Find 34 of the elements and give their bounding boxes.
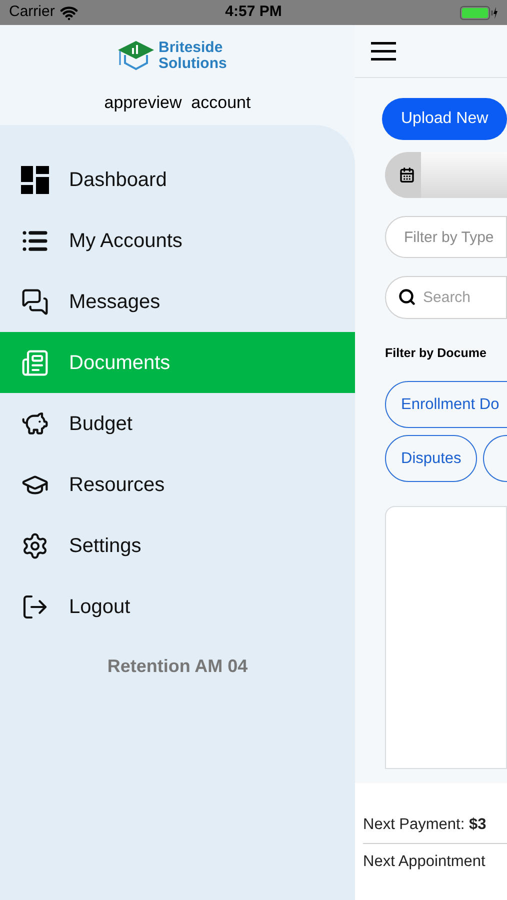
brand-name: Briteside Solutions — [158, 40, 228, 72]
document-icon — [21, 348, 49, 376]
filter-chip[interactable]: Disputes — [385, 434, 478, 482]
search-icon — [398, 288, 416, 306]
menu-icon[interactable] — [371, 41, 396, 61]
carrier-label: Carrier — [9, 2, 55, 22]
wifi-icon — [60, 4, 78, 22]
filter-chip[interactable] — [483, 434, 507, 482]
piggy-bank-icon — [21, 410, 49, 438]
menu-item[interactable]: Dashboard — [0, 149, 355, 210]
menu-item[interactable]: Logout — [0, 576, 355, 637]
logo-icon — [116, 40, 154, 72]
date-field[interactable] — [385, 152, 507, 198]
type-filter-field[interactable]: Filter by Type — [385, 216, 507, 258]
logout-icon — [21, 592, 49, 620]
chat-bubbles-icon — [21, 288, 49, 316]
calendar-icon — [399, 167, 415, 183]
summary-line: Next Payment: $3 — [363, 816, 486, 833]
grid-icon — [21, 166, 49, 194]
account-name: appreview account — [104, 92, 251, 114]
settings-icon — [21, 532, 49, 560]
clock-time: 4:57 PM — [225, 2, 282, 22]
search-field[interactable]: Search — [385, 276, 507, 319]
filter-chip[interactable]: Enrollment Do — [385, 380, 507, 428]
summary-line: Next Appointment — [363, 853, 486, 870]
upload-button[interactable]: Upload New — [382, 98, 507, 140]
menu-item[interactable]: My Accounts — [0, 210, 355, 271]
menu-item[interactable]: Settings — [0, 515, 355, 576]
filter-heading: Filter by Docume — [385, 345, 488, 362]
menu-item[interactable]: Messages — [0, 271, 355, 332]
menu-item[interactable]: Budget — [0, 393, 355, 454]
battery-icon — [460, 6, 498, 20]
version-label: Retention AM 04 — [106, 655, 249, 678]
menu-item[interactable]: Resources — [0, 454, 355, 515]
